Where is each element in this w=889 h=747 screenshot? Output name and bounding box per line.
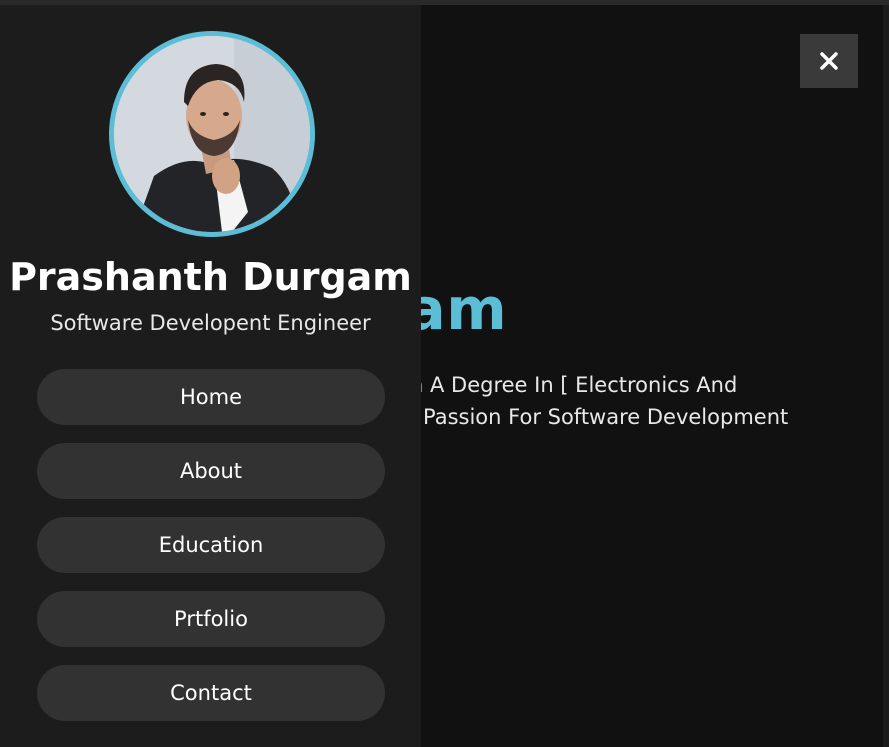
- profile-photo-icon: [114, 36, 310, 232]
- profile-role: Software Developent Engineer: [50, 311, 371, 335]
- nav-item-education[interactable]: Education: [37, 517, 385, 573]
- sidebar-menu: Prashanth Durgam Software Developent Eng…: [0, 5, 421, 747]
- nav-item-about[interactable]: About: [37, 443, 385, 499]
- nav-item-contact[interactable]: Contact: [37, 665, 385, 721]
- profile-name: Prashanth Durgam: [9, 255, 412, 299]
- close-menu-button[interactable]: [800, 34, 858, 88]
- close-icon: [820, 52, 838, 70]
- nav-list: Home About Education Prtfolio Contact: [37, 369, 385, 739]
- nav-item-home[interactable]: Home: [37, 369, 385, 425]
- avatar: [109, 31, 315, 237]
- nav-item-portfolio[interactable]: Prtfolio: [37, 591, 385, 647]
